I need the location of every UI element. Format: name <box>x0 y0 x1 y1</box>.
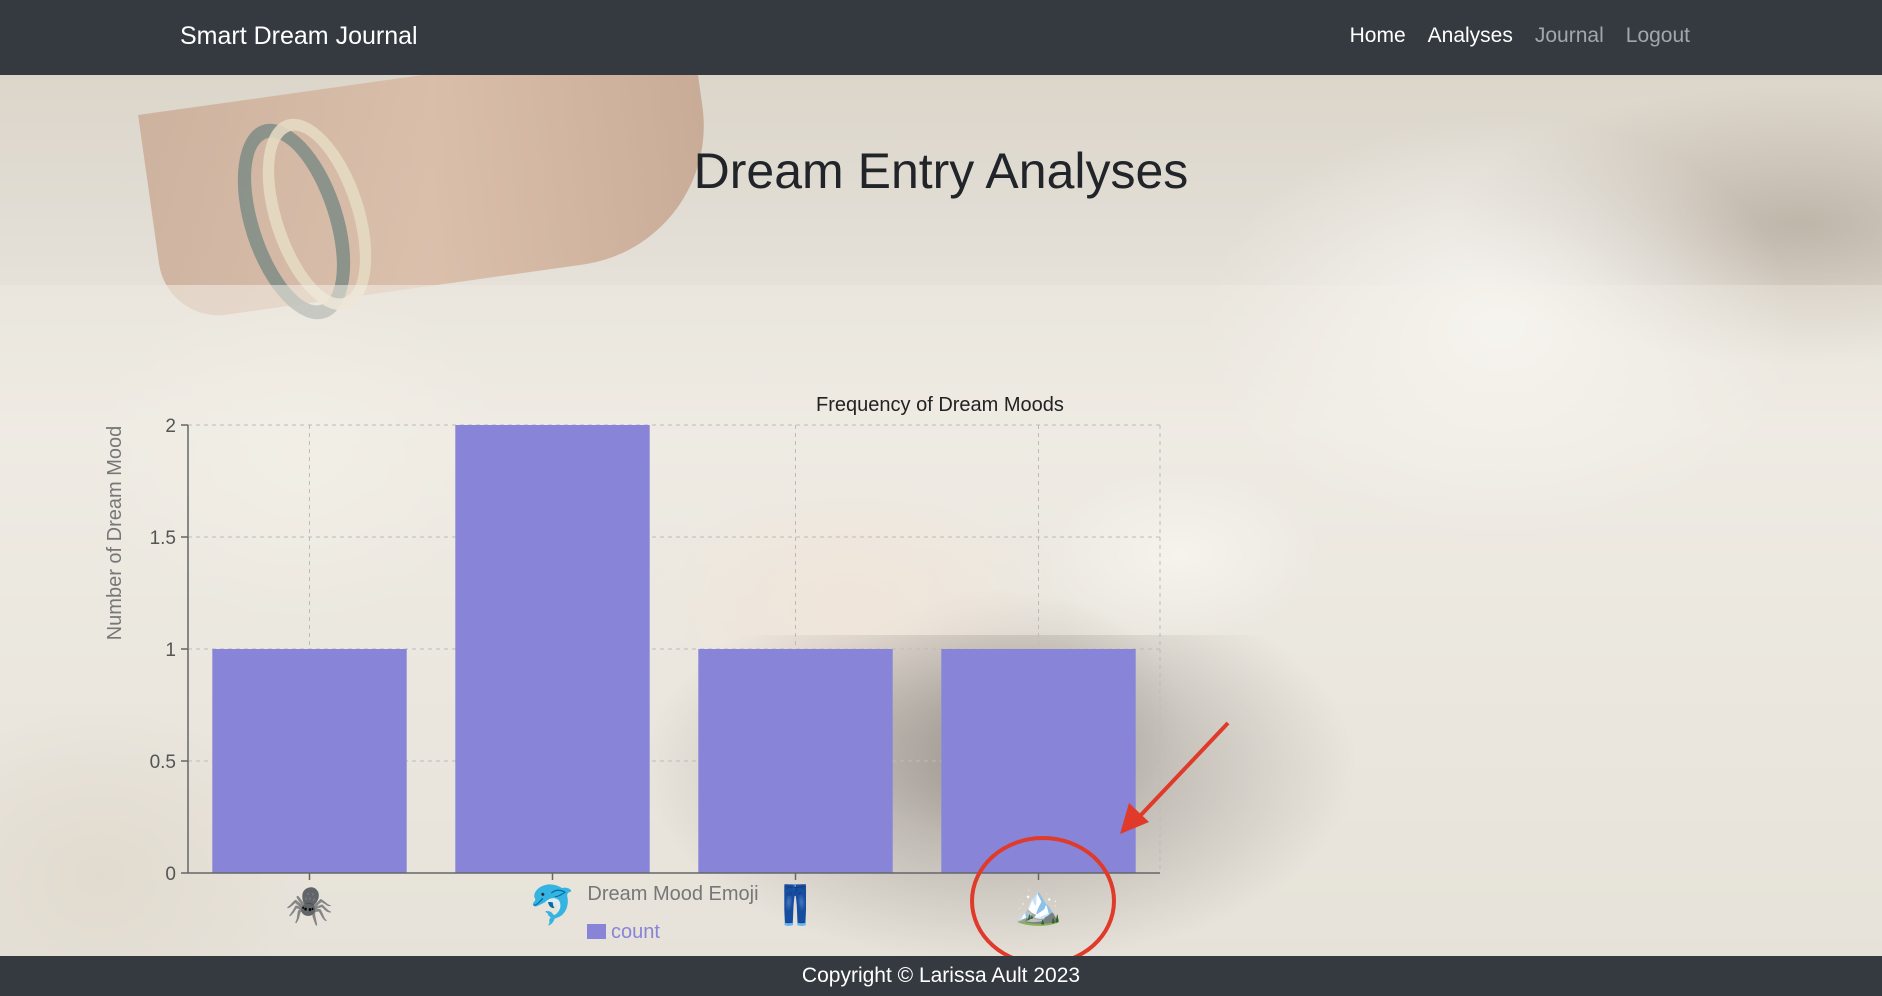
bar-2 <box>455 425 650 873</box>
chart-legend: count <box>587 921 660 943</box>
mood-bar-chart: Frequency of Dream Moods Number of Dream… <box>104 394 1230 943</box>
chart-bars <box>212 425 1136 873</box>
chart-title: Frequency of Dream Moods <box>816 394 1064 416</box>
x-axis-label: Dream Mood Emoji <box>587 883 758 905</box>
bar-1 <box>212 649 407 873</box>
x-tick-label: 🐬 <box>529 882 576 927</box>
annotation-arrow <box>1120 721 1230 834</box>
bar-3 <box>698 649 893 873</box>
y-axis-label: Number of Dream Mood <box>104 426 126 641</box>
legend-label-count: count <box>611 921 660 943</box>
y-tick-label: 0 <box>165 864 176 885</box>
x-tick-label: 👖 <box>772 883 819 927</box>
legend-swatch <box>587 924 606 939</box>
page-footer: Copyright © Larissa Ault 2023 <box>0 956 1882 996</box>
annotation-circle <box>970 836 1116 966</box>
y-tick-label: 1.5 <box>150 528 176 549</box>
y-tick-label: 0.5 <box>150 752 176 773</box>
x-tick-label: 🕷️ <box>286 885 333 927</box>
y-tick-label: 2 <box>165 416 176 437</box>
y-axis-ticks: 0 0.5 1 1.5 2 <box>150 416 188 885</box>
copyright-text: Copyright © Larissa Ault 2023 <box>801 964 1081 987</box>
y-tick-label: 1 <box>165 640 176 661</box>
